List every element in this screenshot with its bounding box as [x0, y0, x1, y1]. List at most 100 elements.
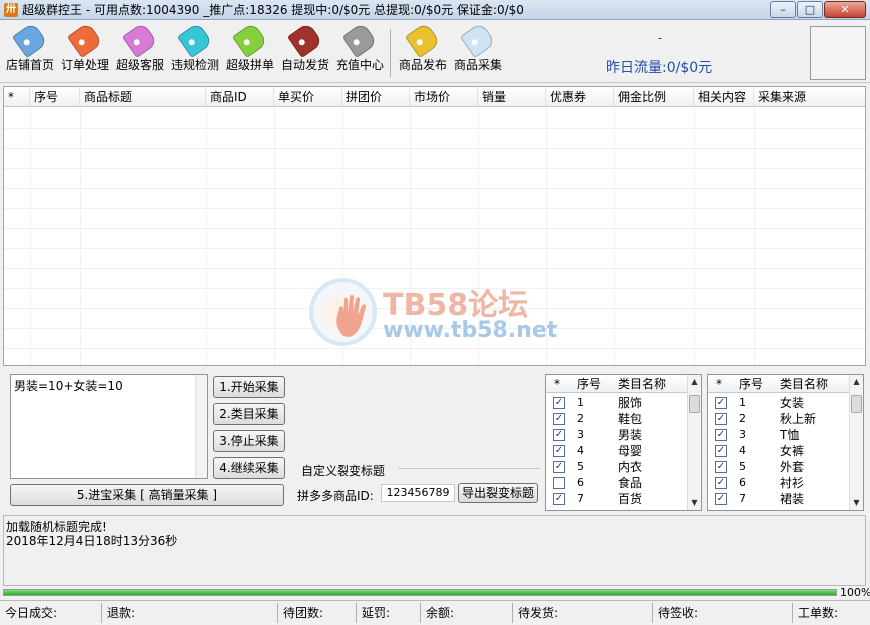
scroll-thumb[interactable]	[689, 395, 700, 413]
category-row[interactable]: ✓ 5 内衣	[546, 459, 689, 475]
toolbar-publish[interactable]: 商品发布	[395, 21, 451, 79]
category-index: 4	[739, 444, 746, 457]
collect-panel: 男装=10+女装=10 1.开始采集 2.类目采集 3.停止采集 4.继续采集 …	[3, 368, 866, 513]
category-row[interactable]: ✓ 3 T恤	[708, 427, 851, 443]
col-market-price[interactable]: 市场价	[410, 87, 478, 107]
minimize-button[interactable]: –	[770, 1, 796, 18]
jinbao-collect-button[interactable]: 5.进宝采集 [ 高销量采集 ]	[10, 484, 284, 506]
category-row[interactable]: ✓ 4 母婴	[546, 443, 689, 459]
category-checkbox[interactable]: ✓	[715, 477, 727, 489]
export-title-button[interactable]: 导出裂变标题	[458, 483, 538, 503]
window-controls: – □ ✕	[770, 1, 866, 18]
product-grid[interactable]: * 序号 商品标题 商品ID 单买价 拼团价 市场价 销量 优惠券 佣金比例 相…	[3, 86, 866, 366]
toolbar-super-service[interactable]: 超级客服	[112, 21, 168, 79]
scroll-up-icon[interactable]: ▲	[852, 378, 861, 386]
pdd-id-input[interactable]: 123456789	[381, 484, 455, 502]
grid-row-line	[4, 228, 865, 229]
col-commission[interactable]: 佣金比例	[614, 87, 694, 107]
category-checkbox[interactable]: ✓	[553, 413, 565, 425]
col-sales[interactable]: 销量	[478, 87, 546, 107]
category-scrollbar[interactable]: ▲ ▼	[687, 375, 701, 510]
category-scrollbar[interactable]: ▲ ▼	[849, 375, 863, 510]
scroll-down-icon[interactable]: ▼	[690, 499, 699, 507]
col-select[interactable]: *	[4, 87, 30, 107]
col-related[interactable]: 相关内容	[694, 87, 754, 107]
category-row[interactable]: ✓ 1 女装	[708, 395, 851, 411]
grid-col-line	[546, 108, 547, 365]
category-row[interactable]: ✓ 3 男装	[546, 427, 689, 443]
toolbar-violation-check[interactable]: 违规检测	[167, 21, 223, 79]
col-product-id[interactable]: 商品ID	[206, 87, 274, 107]
toolbar-label: 充值中心	[335, 58, 384, 72]
scroll-up-icon[interactable]: ▲	[690, 378, 699, 386]
toolbar-super-group[interactable]: 超级拼单	[222, 21, 278, 79]
category-list-sub[interactable]: * 序号 类目名称 ✓ 1 女装 ✓ 2 秋上新 ✓ 3 T恤 ✓ 4 女裤 ✓ 5 外套 ✓ 6 衬衫 ✓ 7 裙装 …	[707, 374, 864, 511]
grid-row-line	[4, 188, 865, 189]
toolbar-auto-ship[interactable]: 自动发货	[277, 21, 333, 79]
col-group-price[interactable]: 拼团价	[342, 87, 410, 107]
status-bar: 今日成交: 退款: 待团数: 延罚: 余额: 待发货: 待签收: 工单数:	[0, 600, 870, 625]
category-name: 服饰	[618, 396, 643, 410]
collect-tag-icon	[459, 21, 497, 59]
toolbar-collect[interactable]: 商品采集	[450, 21, 506, 79]
scroll-thumb[interactable]	[851, 395, 862, 413]
category-checkbox[interactable]: ✓	[553, 493, 565, 505]
col-index[interactable]: 序号	[30, 87, 80, 107]
maximize-button[interactable]: □	[797, 1, 823, 18]
close-button[interactable]: ✕	[824, 1, 866, 18]
category-list-main[interactable]: * 序号 类目名称 ✓ 1 服饰 ✓ 2 鞋包 ✓ 3 男装 ✓ 4 母婴 ✓ 5 内衣 6 食品 ✓ 7 百货 ▲ …	[545, 374, 702, 511]
col-single-price[interactable]: 单买价	[274, 87, 342, 107]
grid-col-line	[30, 108, 31, 365]
grid-col-line	[478, 108, 479, 365]
category-checkbox[interactable]: ✓	[715, 461, 727, 473]
col-source[interactable]: 采集来源	[754, 87, 865, 107]
category-index: 6	[577, 476, 584, 489]
grid-row-line	[4, 208, 865, 209]
category-checkbox[interactable]: ✓	[715, 397, 727, 409]
category-checkbox[interactable]: ✓	[715, 413, 727, 425]
keywords-textarea[interactable]: 男装=10+女装=10	[10, 374, 208, 479]
col-title[interactable]: 商品标题	[80, 87, 206, 107]
category-row[interactable]: ✓ 5 外套	[708, 459, 851, 475]
grid-col-line	[614, 108, 615, 365]
scroll-down-icon[interactable]: ▼	[852, 499, 861, 507]
continue-collect-button[interactable]: 4.继续采集	[213, 457, 285, 479]
category-row[interactable]: ✓ 6 衬衫	[708, 475, 851, 491]
category-name: 鞋包	[618, 412, 643, 426]
category-row[interactable]: ✓ 4 女裤	[708, 443, 851, 459]
col-coupon[interactable]: 优惠券	[546, 87, 614, 107]
category-name: T恤	[780, 428, 800, 442]
toolbar-recharge[interactable]: 充值中心	[332, 21, 388, 79]
grid-col-line	[80, 108, 81, 365]
category-row[interactable]: ✓ 2 秋上新	[708, 411, 851, 427]
category-checkbox[interactable]	[553, 477, 565, 489]
category-checkbox[interactable]: ✓	[553, 445, 565, 457]
grid-row-line	[4, 268, 865, 269]
grid-header: * 序号 商品标题 商品ID 单买价 拼团价 市场价 销量 优惠券 佣金比例 相…	[4, 87, 865, 107]
category-collect-button[interactable]: 2.类目采集	[213, 403, 285, 425]
grid-row-line	[4, 148, 865, 149]
category-checkbox[interactable]: ✓	[553, 461, 565, 473]
stop-collect-button[interactable]: 3.停止采集	[213, 430, 285, 452]
category-row[interactable]: ✓ 7 百货	[546, 491, 689, 507]
grid-row-line	[4, 128, 865, 129]
keywords-text: 男装=10+女装=10	[14, 379, 123, 393]
recharge-tag-icon	[341, 21, 379, 59]
category-name: 外套	[780, 460, 805, 474]
category-row[interactable]: ✓ 7 裙装	[708, 491, 851, 507]
category-checkbox[interactable]: ✓	[715, 445, 727, 457]
category-index: 1	[577, 396, 584, 409]
toolbar-order-processing[interactable]: 订单处理	[57, 21, 113, 79]
toolbar-store-home[interactable]: 店铺首页	[2, 21, 58, 79]
category-checkbox[interactable]: ✓	[715, 429, 727, 441]
category-checkbox[interactable]: ✓	[553, 429, 565, 441]
start-collect-button[interactable]: 1.开始采集	[213, 376, 285, 398]
violation-tag-icon	[176, 21, 214, 59]
category-row[interactable]: 6 食品	[546, 475, 689, 491]
pdd-id-label: 拼多多商品ID:	[297, 489, 374, 503]
category-checkbox[interactable]: ✓	[553, 397, 565, 409]
keywords-scrollbar[interactable]	[195, 375, 207, 478]
category-row[interactable]: ✓ 1 服饰	[546, 395, 689, 411]
category-row[interactable]: ✓ 2 鞋包	[546, 411, 689, 427]
category-checkbox[interactable]: ✓	[715, 493, 727, 505]
